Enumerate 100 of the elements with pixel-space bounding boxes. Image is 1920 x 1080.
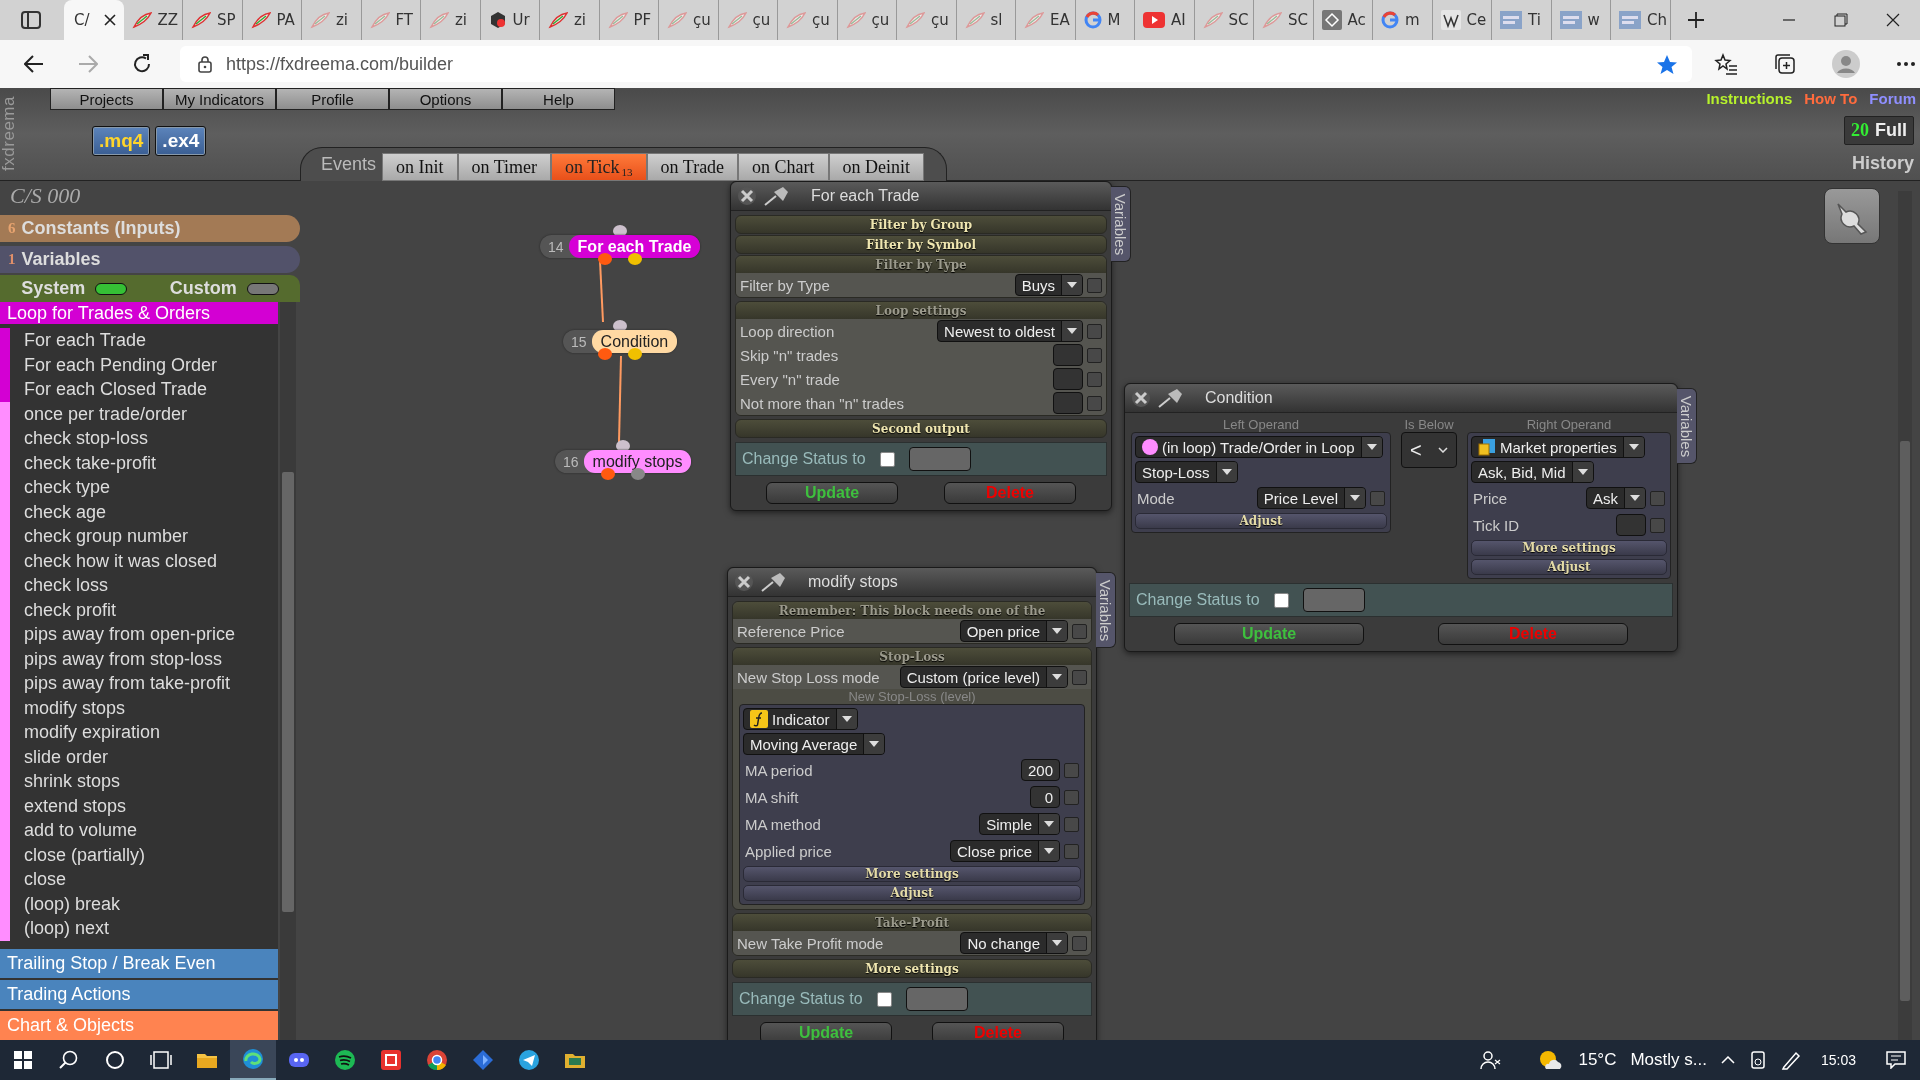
number-field[interactable]: 0 (1030, 786, 1060, 808)
event-tab[interactable]: on Timer (457, 153, 552, 181)
close-icon[interactable] (734, 572, 754, 592)
variables-tab[interactable]: Variables (1111, 186, 1131, 262)
status-field[interactable] (905, 987, 968, 1011)
flow-node[interactable]: 14 For each Trade (540, 235, 701, 258)
favorite-star-icon[interactable] (1656, 53, 1678, 75)
event-tab[interactable]: on Chart (738, 153, 829, 181)
dropdown[interactable]: Close price (949, 840, 1060, 862)
variable-checkbox[interactable] (1087, 323, 1102, 339)
device-icon[interactable] (1748, 1051, 1767, 1069)
section-header[interactable]: Loop settings (736, 302, 1106, 319)
variable-checkbox[interactable] (1087, 277, 1102, 293)
toggle-switch[interactable]: Custom (169, 278, 279, 299)
number-field[interactable] (1053, 368, 1083, 390)
header-link[interactable]: Instructions (1706, 90, 1793, 107)
number-field[interactable] (1053, 344, 1083, 366)
dropdown[interactable]: Market properties (1471, 436, 1645, 458)
status-field[interactable] (1302, 588, 1365, 612)
status-checkbox[interactable] (1273, 592, 1289, 608)
variable-checkbox[interactable] (1087, 395, 1102, 411)
dropdown[interactable]: Moving Average (743, 733, 886, 755)
scrollbar[interactable] (280, 302, 296, 1040)
menu-button[interactable]: Profile (276, 88, 389, 110)
restore-icon[interactable] (1834, 13, 1848, 27)
close-icon[interactable] (103, 14, 116, 26)
browser-tab[interactable]: C/ (64, 0, 124, 40)
section-header[interactable]: Remember: This block needs one of the (733, 602, 1091, 619)
variables-tab[interactable]: Variables (1096, 572, 1116, 648)
dropdown[interactable]: Open price (959, 620, 1068, 642)
toggle-switch[interactable]: System (21, 278, 128, 299)
profile-avatar-icon[interactable] (1832, 50, 1860, 78)
more-icon[interactable] (1896, 61, 1916, 67)
dropdown[interactable]: Ask, Bid, Mid (1471, 461, 1594, 483)
update-button[interactable]: Update (766, 482, 898, 504)
variable-checkbox[interactable] (1650, 517, 1665, 533)
variables-tab[interactable]: Variables (1677, 388, 1697, 464)
dropdown[interactable]: Ask (1586, 487, 1646, 509)
compile-button[interactable]: .mq4 (92, 126, 151, 156)
number-field[interactable] (1616, 514, 1646, 536)
variable-checkbox[interactable] (1064, 762, 1079, 778)
history-toggle[interactable]: 20 Full (1844, 116, 1914, 145)
category-header[interactable]: Loop for Trades & Orders (0, 302, 278, 325)
scrollbar[interactable] (1898, 191, 1912, 1040)
variable-checkbox[interactable] (1087, 347, 1102, 363)
settings-button[interactable]: More settings (743, 866, 1081, 882)
close-icon[interactable] (1886, 13, 1900, 27)
number-field[interactable]: 200 (1020, 759, 1060, 781)
dropdown[interactable]: Price Level (1256, 487, 1366, 509)
status-checkbox[interactable] (876, 991, 892, 1007)
menu-button[interactable]: Options (389, 88, 502, 110)
event-tab[interactable]: on Deinit (828, 153, 925, 181)
status-checkbox[interactable] (879, 451, 895, 467)
section-header[interactable]: Filter by Group (735, 215, 1107, 234)
variable-checkbox[interactable] (1064, 843, 1079, 859)
flow-node[interactable]: 15 Condition (563, 330, 678, 353)
dropdown[interactable]: Indicator (743, 708, 858, 730)
update-button[interactable]: Update (1174, 623, 1364, 645)
address-bar[interactable]: https://fxdreema.com/builder (180, 46, 1692, 82)
variable-checkbox[interactable] (1650, 490, 1665, 506)
section-header[interactable]: Take-Profit (733, 914, 1091, 931)
menu-button[interactable]: Help (502, 88, 615, 110)
history-label[interactable]: History (1852, 153, 1914, 174)
dropdown[interactable]: Simple (979, 813, 1060, 835)
variable-checkbox[interactable] (1087, 371, 1102, 387)
variable-checkbox[interactable] (1370, 490, 1385, 506)
dropdown[interactable]: (in loop) Trade/Order in Loop (1135, 436, 1383, 458)
dropdown[interactable]: Buys (1014, 274, 1083, 296)
back-icon[interactable] (24, 55, 44, 73)
new-tab-icon[interactable] (1686, 11, 1705, 29)
pen-icon[interactable] (1780, 1050, 1801, 1070)
variable-checkbox[interactable] (1072, 935, 1087, 951)
pin-icon[interactable] (763, 186, 789, 206)
event-tab[interactable]: on Init (382, 153, 458, 181)
dropdown[interactable]: No change (960, 932, 1068, 954)
operator-select[interactable]: < (1401, 432, 1457, 468)
section-header[interactable]: Second output (735, 419, 1107, 438)
reload-icon[interactable] (132, 54, 152, 74)
settings-button[interactable]: More settings (1471, 540, 1667, 556)
variable-checkbox[interactable] (1072, 669, 1087, 685)
menu-button[interactable]: Projects (50, 88, 163, 110)
dropdown[interactable]: Newest to oldest (937, 320, 1083, 342)
settings-button[interactable]: Adjust (1135, 513, 1387, 529)
compile-button[interactable]: .ex4 (155, 126, 207, 156)
people-icon[interactable] (1480, 1050, 1503, 1070)
pin-icon[interactable] (1157, 388, 1183, 408)
variable-checkbox[interactable] (1064, 816, 1079, 832)
dropdown[interactable]: Stop-Loss (1135, 461, 1238, 483)
menu-button[interactable]: My Indicators (163, 88, 276, 110)
pin-icon[interactable] (760, 572, 786, 592)
close-icon[interactable] (737, 186, 757, 206)
tools-button[interactable] (1824, 188, 1880, 244)
section-header[interactable]: Filter by Type (736, 256, 1106, 273)
settings-button[interactable]: Adjust (743, 885, 1081, 901)
category-header[interactable]: Trading Actions (0, 980, 278, 1009)
close-icon[interactable] (1131, 388, 1151, 408)
collections-icon[interactable] (1774, 53, 1796, 75)
category-header[interactable]: Trailing Stop / Break Even (0, 948, 278, 978)
chevron-up-icon[interactable] (1720, 1056, 1735, 1064)
settings-button[interactable]: Adjust (1471, 559, 1667, 575)
